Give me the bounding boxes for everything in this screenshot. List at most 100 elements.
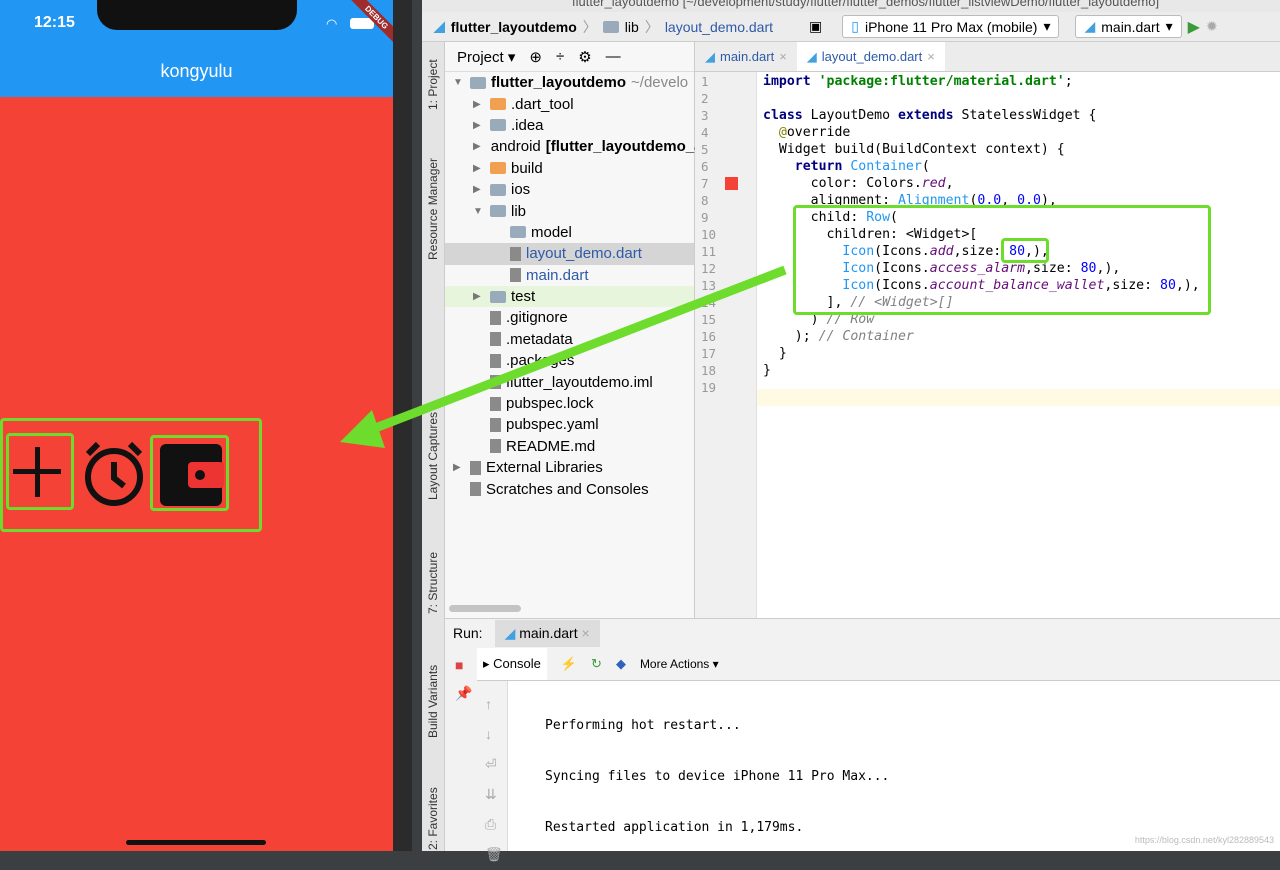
expand-arrow-icon[interactable]: ▶: [473, 184, 485, 195]
scroll-end-icon[interactable]: ⇊: [485, 779, 503, 809]
tool-resource-manager[interactable]: Resource Manager: [426, 158, 440, 260]
tree-item[interactable]: ▶ build: [445, 158, 694, 179]
tree-item[interactable]: Scratches and Consoles: [445, 478, 694, 499]
watermark: https://blog.csdn.net/kyl282889543: [1134, 835, 1274, 845]
tree-item[interactable]: layout_demo.dart: [445, 243, 694, 265]
phone-screen: 12:15 kongyulu ◠ DEBUG: [0, 0, 393, 851]
file-icon: [510, 246, 521, 261]
up-icon[interactable]: ↑: [485, 689, 503, 719]
run-panel: Run: ◢ main.dart × ▸ Console ⚡ ↻ ◆ More …: [445, 618, 1280, 862]
code-line: }: [763, 346, 787, 361]
tab-main-dart[interactable]: ◢ main.dart ×: [695, 42, 797, 71]
tree-item-label: .idea: [511, 116, 544, 134]
line-number: 11: [701, 244, 717, 259]
pin-icon[interactable]: 📌: [455, 685, 472, 702]
tool-build-variants[interactable]: Build Variants: [426, 665, 440, 738]
trash-icon[interactable]: 🗑: [485, 839, 503, 869]
expand-arrow-icon[interactable]: ▼: [473, 206, 485, 217]
folder-icon: [490, 98, 506, 111]
expand-arrow-icon[interactable]: ▶: [473, 120, 485, 131]
device-selector[interactable]: ▯ iPhone 11 Pro Max (mobile) ▾: [842, 15, 1060, 38]
tree-item[interactable]: pubspec.yaml: [445, 414, 694, 435]
console-line: Syncing files to device iPhone 11 Pro Ma…: [545, 769, 890, 784]
run-icon[interactable]: ▶: [1188, 17, 1200, 37]
tree-item-label: test: [511, 288, 536, 306]
hot-reload-icon[interactable]: ⚡: [561, 656, 577, 672]
tree-item[interactable]: ▶ test: [445, 285, 694, 308]
horizontal-scrollbar[interactable]: [449, 605, 521, 612]
current-line: [757, 389, 1280, 406]
locate-icon[interactable]: ⊕: [529, 48, 542, 66]
dart-devtools-icon[interactable]: ◆: [616, 656, 626, 672]
file-icon: [470, 460, 481, 475]
collapse-icon[interactable]: ÷: [556, 48, 564, 65]
device-label: iPhone 11 Pro Max (mobile): [864, 18, 1038, 35]
down-icon[interactable]: ↓: [485, 719, 503, 749]
expand-arrow-icon[interactable]: ▶: [453, 462, 465, 473]
tree-item[interactable]: pubspec.lock: [445, 393, 694, 414]
hot-restart-icon[interactable]: ↻: [591, 656, 602, 672]
tab-layout-demo-dart[interactable]: ◢ layout_demo.dart ×: [796, 42, 945, 71]
tool-structure[interactable]: 7: Structure: [426, 552, 440, 614]
tree-item[interactable]: ▶ ios: [445, 179, 694, 200]
tree-item[interactable]: ▶ .idea: [445, 115, 694, 136]
file-icon: [490, 353, 501, 368]
file-icon: [490, 375, 501, 390]
color-swatch-icon[interactable]: [725, 177, 738, 190]
hide-icon[interactable]: —: [606, 48, 621, 65]
breadcrumb-lib[interactable]: lib: [625, 19, 639, 35]
console-line: Performing hot restart...: [545, 718, 741, 733]
tree-item[interactable]: main.dart: [445, 265, 694, 286]
tree-item[interactable]: model: [445, 222, 694, 243]
breadcrumb-project[interactable]: flutter_layoutdemo: [451, 19, 577, 35]
console-tab[interactable]: ▸ Console: [477, 647, 547, 680]
tree-item[interactable]: ▼ flutter_layoutdemo ~/develo: [445, 72, 694, 93]
line-number: 1: [701, 74, 709, 89]
run-config-selector[interactable]: ◢ main.dart ▾: [1075, 15, 1182, 38]
tree-item[interactable]: ▶ .dart_tool: [445, 93, 694, 114]
expand-arrow-icon[interactable]: ▶: [473, 163, 485, 174]
soft-wrap-icon[interactable]: ⏎: [485, 749, 503, 779]
tree-item-label: .gitignore: [506, 309, 568, 327]
gear-icon[interactable]: ⚙: [578, 48, 591, 66]
debug-icon[interactable]: ✹: [1206, 18, 1218, 35]
breadcrumb-file[interactable]: layout_demo.dart: [665, 19, 773, 35]
tree-item-label: .packages: [506, 352, 575, 370]
home-indicator: [126, 840, 266, 845]
run-header: Run: ◢ main.dart ×: [445, 619, 1280, 647]
print-icon[interactable]: ⎙: [485, 809, 503, 839]
tree-item-label: Scratches and Consoles: [486, 480, 649, 498]
tree-item[interactable]: ▼ lib: [445, 200, 694, 221]
wifi-icon: ◠: [326, 16, 338, 31]
tree-item-label: flutter_layoutdemo: [491, 74, 627, 92]
tree-item[interactable]: ▶ android [flutter_layoutdemo_android]: [445, 136, 754, 157]
run-tab-main-dart[interactable]: ◢ main.dart ×: [494, 619, 600, 647]
project-panel: Project ▾ ⊕ ÷ ⚙ — ▼ flutter_layoutdemo ~/deve…: [445, 42, 754, 618]
tree-item[interactable]: .metadata: [445, 329, 694, 350]
expand-arrow-icon[interactable]: ▶: [473, 99, 485, 110]
notch: [97, 0, 297, 30]
tree-item[interactable]: README.md: [445, 436, 694, 457]
tree-item-label: .metadata: [506, 330, 573, 348]
expand-arrow-icon[interactable]: ▶: [473, 291, 485, 302]
tree-item[interactable]: ▶ External Libraries: [445, 457, 694, 478]
tree-item[interactable]: .gitignore: [445, 307, 694, 328]
run-config-label: main.dart: [1101, 18, 1160, 35]
line-number: 6: [701, 159, 709, 174]
tool-layout-captures[interactable]: Layout Captures: [426, 412, 440, 500]
console-output: Performing hot restart... Syncing files …: [545, 683, 889, 870]
tree-item[interactable]: flutter_layoutdemo.iml: [445, 371, 694, 392]
size-value-highlight: [1001, 238, 1049, 263]
expand-arrow-icon[interactable]: ▶: [473, 141, 481, 152]
expand-arrow-icon[interactable]: ▼: [453, 77, 465, 88]
more-actions-button[interactable]: More Actions ▾: [640, 657, 719, 671]
tool-favorites[interactable]: 2: Favorites: [426, 787, 440, 850]
tree-item[interactable]: .packages: [445, 350, 694, 371]
stop-icon[interactable]: ■: [455, 657, 463, 673]
tool-project[interactable]: 1: Project: [426, 59, 440, 110]
project-view-selector[interactable]: Project ▾: [457, 48, 515, 66]
file-icon: [510, 268, 521, 283]
line-number: 13: [701, 278, 717, 293]
file-icon: [470, 482, 481, 497]
device-manager-icon[interactable]: ▣: [809, 18, 822, 35]
